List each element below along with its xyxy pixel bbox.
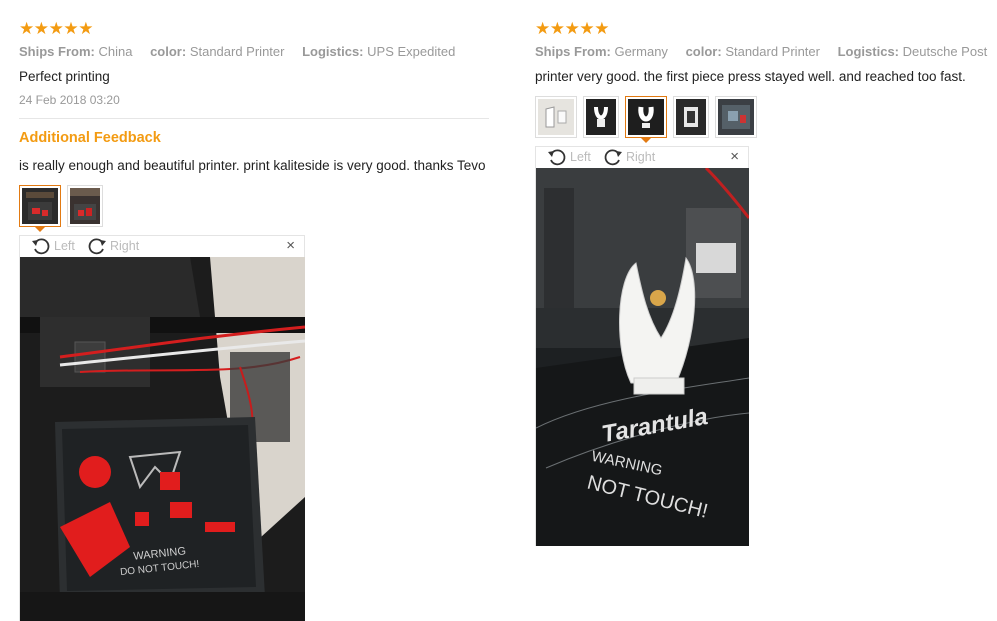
star-icon: ★ — [78, 19, 94, 38]
star-icon: ★ — [594, 19, 610, 38]
rotate-right-icon — [604, 149, 622, 166]
image-viewer: Left Right × — [535, 146, 749, 546]
review-text: Perfect printing — [19, 69, 110, 84]
photo-thumbnail[interactable] — [535, 96, 577, 138]
rotate-right-button[interactable]: Right — [86, 236, 139, 256]
review-meta: Ships From: China color: Standard Printe… — [19, 44, 469, 59]
rotate-right-label: Right — [110, 239, 140, 253]
thumbnail-image — [70, 188, 100, 224]
review-date: 24 Feb 2018 03:20 — [19, 93, 120, 107]
color-value: Standard Printer — [189, 44, 285, 59]
star-icon: ★ — [535, 19, 551, 38]
photo-thumbnail[interactable] — [715, 96, 757, 138]
image-viewer: Left Right × — [19, 235, 305, 621]
printer-photo-image: Tarantula WARNING NOT TOUCH! — [536, 168, 749, 546]
review-text: printer very good. the first piece press… — [535, 69, 966, 84]
star-icon: ★ — [63, 19, 79, 38]
ships-from-label: Ships From: — [19, 44, 95, 59]
review-meta: Ships From: Germany color: Standard Prin… — [535, 44, 987, 59]
rotate-right-icon — [88, 238, 106, 255]
rotate-left-label: Left — [54, 239, 75, 253]
additional-feedback-title: Additional Feedback — [19, 130, 161, 146]
thumbnail-strip — [19, 185, 109, 232]
logistics-label: Logistics: — [302, 44, 364, 59]
thumbnail-image — [718, 99, 754, 135]
thumbnail-image — [586, 99, 616, 135]
rotate-right-button[interactable]: Right — [602, 147, 655, 167]
logistics-label: Logistics: — [837, 44, 900, 59]
rotate-left-icon — [548, 149, 566, 166]
ships-from-value: China — [98, 44, 133, 59]
star-icon: ★ — [33, 19, 50, 38]
thumbnail-strip — [535, 96, 763, 143]
photo-thumbnail[interactable] — [19, 185, 61, 232]
printer-photo-image: WARNING DO NOT TOUCH! — [20, 257, 305, 621]
rotate-right-label: Right — [626, 150, 656, 164]
divider — [19, 118, 489, 119]
rating-stars: ★ ★ ★ ★ ★ — [535, 19, 610, 38]
close-viewer-button[interactable]: × — [286, 238, 295, 254]
review-photo: WARNING DO NOT TOUCH! — [20, 257, 305, 621]
color-label: color: — [150, 44, 187, 59]
thumbnail-image — [628, 99, 664, 135]
rotate-left-icon — [32, 238, 50, 255]
rotate-left-button[interactable]: Left — [30, 236, 75, 256]
ships-from-label: Ships From: — [535, 44, 611, 59]
photo-thumbnail[interactable] — [583, 96, 619, 138]
rotate-left-button[interactable]: Left — [546, 147, 591, 167]
review-left: ★ ★ ★ ★ ★ Ships From: China color: Stand… — [19, 0, 489, 621]
star-icon: ★ — [48, 19, 64, 38]
viewer-toolbar: Left Right × — [20, 236, 304, 256]
photo-thumbnail[interactable] — [625, 96, 667, 143]
star-icon: ★ — [549, 19, 566, 38]
viewer-toolbar: Left Right × — [536, 147, 748, 167]
additional-feedback-text: is really enough and beautiful printer. … — [19, 158, 486, 173]
thumbnail-image — [676, 99, 706, 135]
rotate-left-label: Left — [570, 150, 591, 164]
color-value: Standard Printer — [725, 44, 820, 59]
logistics-value: Deutsche Post — [902, 44, 988, 59]
color-label: color: — [685, 44, 722, 59]
logistics-value: UPS Expedited — [367, 44, 456, 59]
photo-thumbnail[interactable] — [673, 96, 709, 138]
ships-from-value: Germany — [614, 44, 668, 59]
review-right: ★ ★ ★ ★ ★ Ships From: Germany color: Sta… — [535, 0, 997, 621]
review-photo: Tarantula WARNING NOT TOUCH! — [536, 168, 749, 546]
star-icon: ★ — [564, 19, 580, 38]
star-icon: ★ — [579, 19, 595, 38]
star-icon: ★ — [19, 19, 35, 38]
close-viewer-button[interactable]: × — [730, 149, 739, 165]
thumbnail-image — [538, 99, 574, 135]
thumbnail-image — [22, 188, 58, 224]
rating-stars: ★ ★ ★ ★ ★ — [19, 19, 94, 38]
photo-thumbnail[interactable] — [67, 185, 103, 227]
